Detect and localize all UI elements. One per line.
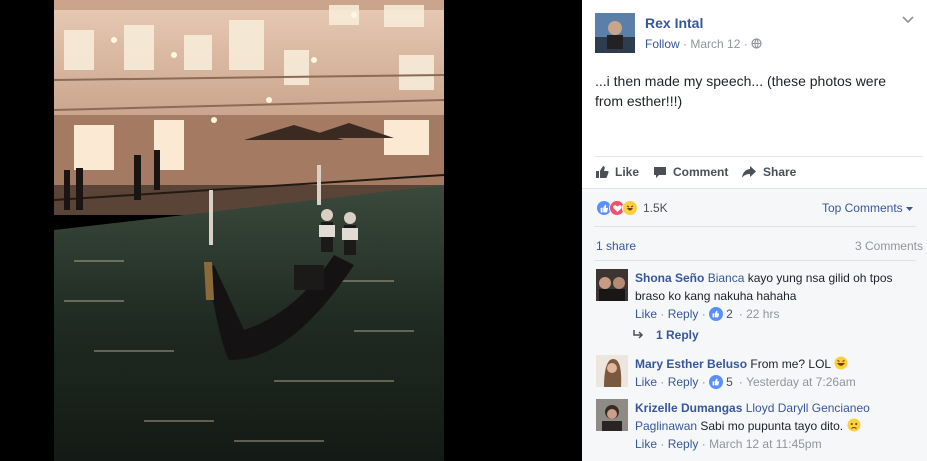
comment-like-link[interactable]: Like (635, 373, 657, 391)
commenter-avatar[interactable] (596, 269, 628, 301)
top-comments-dropdown[interactable]: Top Comments (822, 201, 913, 215)
share-button[interactable]: Share (741, 165, 796, 179)
comment-meta: Like · Reply · 2 · 22 hrs (635, 305, 925, 323)
comment-like-link[interactable]: Like (635, 305, 657, 323)
gondola-photo-image (54, 0, 444, 461)
meta-separator: · (660, 307, 665, 321)
chevron-down-icon[interactable] (901, 15, 915, 25)
meta-separator: · (738, 375, 743, 389)
like-label: Like (615, 165, 640, 179)
commenter-name[interactable]: Krizelle Dumangas (635, 401, 742, 415)
meta-separator: · (701, 375, 706, 389)
photo-viewer (0, 0, 582, 461)
comment-meta: Like · Reply · March 12 at 11:45pm (635, 435, 925, 453)
laughing-emoji-icon (834, 356, 848, 370)
divider (594, 226, 916, 227)
meta-separator: · (701, 437, 706, 451)
share-label: Share (763, 165, 797, 179)
thumbs-up-icon (596, 166, 609, 178)
comment-time[interactable]: March 12 at 11:45pm (709, 435, 822, 453)
meta-separator: · (683, 37, 688, 51)
meta-separator: · (660, 375, 665, 389)
comment-body: Mary Esther Beluso From me? LOL Like · R… (635, 355, 925, 391)
post-panel: Rex Intal Follow · March 12 · ...i then … (582, 0, 927, 461)
commenter-name[interactable]: Mary Esther Beluso (635, 357, 747, 371)
comment-meta: Like · Reply · 5 · Yesterday at 7:26am (635, 373, 925, 391)
commenter-avatar[interactable] (596, 399, 628, 431)
comment-text: Sabi mo pupunta tayo dito. (697, 419, 844, 433)
comment-text: From me? LOL (747, 357, 831, 371)
commenter-avatar-image (596, 399, 628, 431)
post-actions: Like Comment Share (595, 156, 923, 188)
comment-body: Shona Seño Bianca kayo yung nsa gilid oh… (635, 269, 925, 323)
comment-time[interactable]: Yesterday at 7:26am (746, 373, 856, 391)
tagged-user[interactable]: Bianca (708, 271, 745, 285)
meta-separator-2: · (743, 37, 748, 51)
comment-reply-link[interactable]: Reply (668, 305, 699, 323)
reaction-count: 1.5K (643, 201, 668, 215)
meta-separator: · (660, 437, 665, 451)
comment-reply-link[interactable]: Reply (668, 435, 699, 453)
like-button[interactable]: Like (595, 165, 639, 179)
comment-like-icon (709, 375, 724, 389)
comment-like-icon (709, 307, 724, 321)
top-comments-label: Top Comments (821, 201, 903, 215)
meta-separator: · (738, 307, 743, 321)
meta-separator: · (701, 307, 706, 321)
comments-count[interactable]: 3 Comments (855, 239, 923, 253)
view-replies-link[interactable]: 1 Reply (632, 328, 699, 342)
comment-reply-link[interactable]: Reply (668, 373, 699, 391)
comment-icon (654, 167, 666, 178)
comment-time[interactable]: 22 hrs (746, 305, 779, 323)
feedback-section: 1.5K Top Comments 1 share 3 Comments Sho… (582, 188, 927, 461)
post-header: Rex Intal Follow · March 12 · (595, 13, 915, 53)
author-name[interactable]: Rex Intal (645, 15, 703, 31)
commenter-avatar-image (596, 355, 628, 387)
globe-icon (751, 38, 762, 49)
comment-like-count[interactable]: 2 (726, 305, 733, 323)
post-date[interactable]: March 12 (690, 37, 740, 51)
reactions-summary[interactable]: 1.5K (596, 200, 668, 216)
comment-label: Comment (673, 165, 729, 179)
comment-like-link[interactable]: Like (635, 435, 657, 453)
post-text: ...i then made my speech... (these photo… (595, 73, 887, 109)
caret-down-icon (906, 207, 913, 211)
commenter-avatar-image (596, 269, 628, 301)
haha-reaction-icon (622, 200, 638, 216)
share-arrow-icon (742, 166, 756, 178)
sad-emoji-icon (847, 418, 860, 432)
follow-link[interactable]: Follow (645, 37, 680, 51)
commenter-name[interactable]: Shona Seño (635, 271, 704, 285)
post-meta: Follow · March 12 · (645, 37, 762, 51)
commenter-avatar[interactable] (596, 355, 628, 387)
post-photo[interactable] (54, 0, 444, 461)
divider (594, 260, 916, 261)
shares-link[interactable]: 1 share (596, 239, 636, 253)
replies-label: 1 Reply (656, 328, 699, 342)
next-reply-partial (632, 457, 672, 461)
author-avatar-image (595, 13, 635, 53)
reply-arrow-icon (633, 330, 644, 339)
author-avatar[interactable] (595, 13, 635, 53)
comment-body: Krizelle Dumangas Lloyd Daryll Gencianeo… (635, 399, 925, 453)
comment-button[interactable]: Comment (653, 165, 728, 179)
comment-like-count[interactable]: 5 (726, 373, 733, 391)
